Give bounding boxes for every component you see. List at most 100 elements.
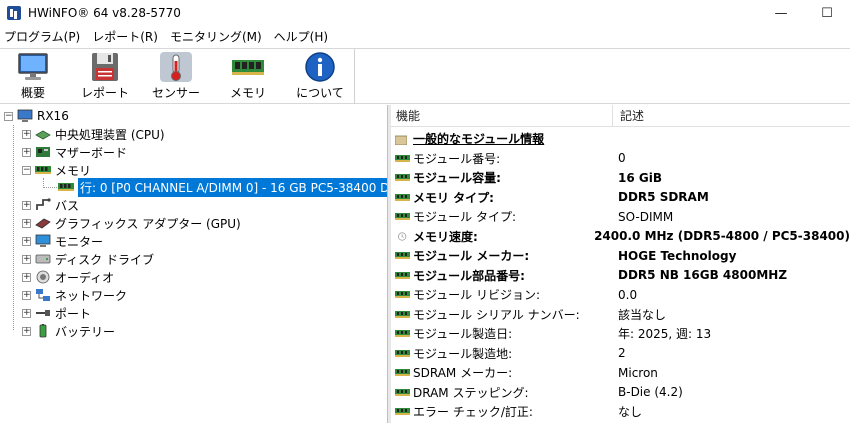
- feature-label: エラー チェック/訂正:: [413, 405, 533, 420]
- feature-label: モジュール番号:: [413, 151, 501, 166]
- list-item[interactable]: モジュール番号: 0: [391, 149, 850, 169]
- memory-module-icon: [35, 163, 51, 177]
- expand-icon[interactable]: +: [22, 236, 31, 246]
- expand-icon[interactable]: +: [22, 308, 31, 318]
- list-item[interactable]: モジュール製造地: 2: [391, 344, 850, 364]
- battery-icon: [35, 324, 51, 338]
- list-item[interactable]: モジュール シリアル ナンバー: 該当なし: [391, 305, 850, 325]
- list-item[interactable]: モジュール メーカー: HOGE Technology: [391, 246, 850, 266]
- list-item[interactable]: モジュール製造日: 年: 2025, 週: 13: [391, 324, 850, 344]
- expand-icon[interactable]: +: [22, 200, 31, 210]
- list-item[interactable]: モジュール リビジョン: 0.0: [391, 285, 850, 305]
- floppy-disk-icon: [88, 51, 122, 83]
- tree-item-motherboard[interactable]: + マザーボード: [22, 143, 127, 161]
- memory-module-icon: [395, 369, 410, 377]
- column-header-description[interactable]: 記述: [613, 105, 644, 126]
- feature-label: DRAM ステッピング:: [413, 385, 529, 400]
- feature-label: モジュール タイプ:: [413, 210, 517, 225]
- expand-icon[interactable]: +: [22, 326, 31, 336]
- expand-icon[interactable]: +: [22, 290, 31, 300]
- memory-module-icon: [395, 291, 410, 299]
- summary-button-label: 概要: [20, 86, 45, 100]
- expand-icon[interactable]: +: [22, 254, 31, 264]
- feature-value: DDR5 SDRAM: [618, 190, 709, 205]
- collapse-icon[interactable]: −: [22, 165, 31, 175]
- menu-bar: プログラム(P) レポート(R) モニタリング(M) ヘルプ(H): [0, 26, 850, 48]
- monitor-icon: [16, 51, 50, 83]
- tree-item-memory-row0[interactable]: 行: 0 [P0 CHANNEL A/DIMM 0] - 16 GB PC5-3…: [58, 177, 387, 197]
- network-icon: [35, 288, 51, 302]
- memory-module-icon: [395, 154, 410, 162]
- expand-icon[interactable]: +: [22, 147, 31, 157]
- expand-icon[interactable]: +: [22, 272, 31, 282]
- about-button[interactable]: について: [288, 51, 352, 103]
- summary-button[interactable]: 概要: [1, 51, 65, 103]
- memory-module-icon: [395, 408, 410, 416]
- disk-drive-icon: [35, 252, 51, 266]
- memory-module-icon: [395, 174, 410, 182]
- clock-icon: [398, 232, 407, 241]
- tree-item-disk[interactable]: + ディスク ドライブ: [22, 250, 154, 268]
- list-item[interactable]: メモリ タイプ: DDR5 SDRAM: [391, 188, 850, 208]
- list-item[interactable]: モジュール タイプ: SO-DIMM: [391, 207, 850, 227]
- tree-item-monitor[interactable]: + モニター: [22, 232, 103, 250]
- feature-value: 16 GiB: [618, 170, 662, 185]
- feature-value: 2: [618, 346, 626, 361]
- menu-report[interactable]: レポート(R): [86, 26, 164, 48]
- details-list: 機能 記述 一般的なモジュール情報 モジュール番号: 0 モジュール容量: 16…: [391, 105, 850, 423]
- tree-item-memory[interactable]: − メモリ: [22, 161, 91, 179]
- list-item[interactable]: SDRAM メーカー: Micron: [391, 363, 850, 383]
- tree-item-battery[interactable]: + バッテリー: [22, 322, 115, 340]
- thermometer-icon: [159, 51, 193, 83]
- tree-item-gpu[interactable]: + グラフィックス アダプター (GPU): [22, 214, 241, 232]
- list-item[interactable]: DRAM ステッピング: B-Die (4.2): [391, 383, 850, 403]
- memory-module-icon: [395, 271, 410, 279]
- feature-label: モジュール リビジョン:: [413, 288, 541, 303]
- motherboard-icon: [35, 145, 51, 159]
- tree-item-cpu[interactable]: + 中央処理装置 (CPU): [22, 125, 165, 143]
- column-header-feature[interactable]: 機能: [391, 105, 613, 126]
- memory-module-icon: [395, 213, 410, 221]
- tree-line: [13, 125, 14, 330]
- tree-item-audio[interactable]: + オーディオ: [22, 268, 114, 286]
- minimize-button[interactable]: —: [758, 0, 804, 26]
- sensors-button[interactable]: センサー: [144, 51, 208, 103]
- tree-line: [43, 187, 57, 188]
- about-button-label: について: [296, 86, 344, 100]
- list-item[interactable]: メモリ速度: 2400.0 MHz (DDR5-4800 / PC5-38400…: [391, 227, 850, 247]
- memory-module-icon: [58, 180, 74, 194]
- list-item[interactable]: モジュール容量: 16 GiB: [391, 168, 850, 188]
- feature-value: DDR5 NB 16GB 4800MHZ: [618, 268, 788, 283]
- section-header-row[interactable]: 一般的なモジュール情報: [391, 129, 850, 149]
- maximize-button[interactable]: ☐: [804, 0, 850, 26]
- tree-item-bus[interactable]: + バス: [22, 196, 79, 214]
- list-item[interactable]: モジュール部品番号: DDR5 NB 16GB 4800MHZ: [391, 266, 850, 286]
- expand-icon[interactable]: +: [22, 218, 31, 228]
- title-bar: HWiNFO® 64 v8.28-5770 — ☐: [0, 0, 850, 26]
- feature-label: モジュール製造地:: [413, 346, 513, 361]
- section-title: 一般的なモジュール情報: [413, 132, 545, 147]
- feature-value: 2400.0 MHz (DDR5-4800 / PC5-38400): [594, 229, 850, 244]
- tree-item-network[interactable]: + ネットワーク: [22, 286, 127, 304]
- toolbar-separator: [354, 49, 355, 104]
- feature-label: モジュール部品番号:: [413, 268, 525, 283]
- memory-module-icon: [395, 310, 410, 318]
- list-item[interactable]: エラー チェック/訂正: なし: [391, 402, 850, 422]
- list-header: 機能 記述: [391, 105, 850, 127]
- memory-button[interactable]: メモリ: [216, 51, 280, 103]
- expand-icon[interactable]: +: [22, 129, 31, 139]
- cpu-icon: [35, 127, 51, 141]
- window-title: HWiNFO® 64 v8.28-5770: [28, 6, 181, 20]
- memory-module-icon: [395, 193, 410, 201]
- tree-item-root[interactable]: − RX16: [4, 107, 69, 125]
- report-button[interactable]: レポート: [73, 51, 137, 103]
- feature-value: B-Die (4.2): [618, 385, 683, 400]
- collapse-icon[interactable]: −: [4, 111, 13, 121]
- toolbar: 概要 レポート センサー メモリ について: [0, 48, 850, 104]
- menu-monitoring[interactable]: モニタリング(M): [164, 26, 268, 48]
- menu-help[interactable]: ヘルプ(H): [268, 26, 334, 48]
- feature-value: なし: [618, 405, 643, 420]
- menu-program[interactable]: プログラム(P): [0, 26, 86, 48]
- feature-label: モジュール容量:: [413, 171, 501, 186]
- tree-item-port[interactable]: + ポート: [22, 304, 91, 322]
